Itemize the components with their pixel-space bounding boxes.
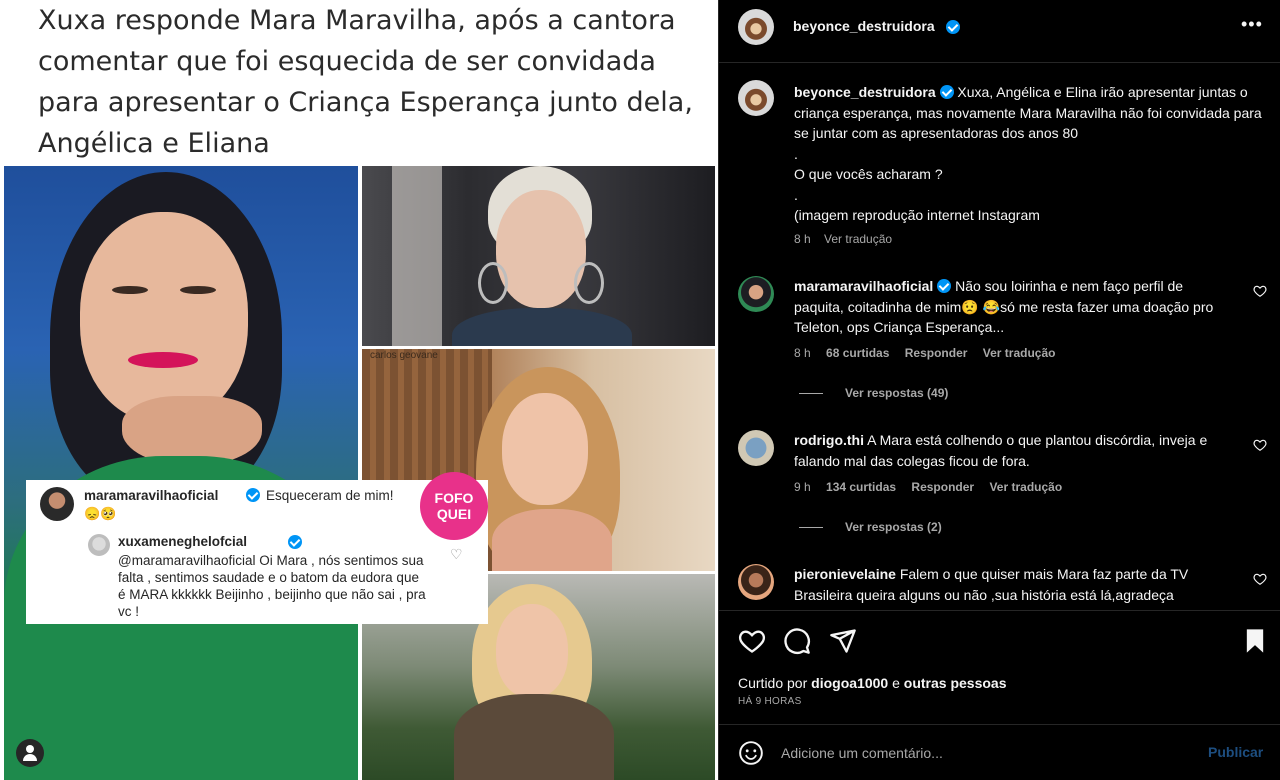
reply-button[interactable]: Responder xyxy=(905,346,968,360)
photo-mara-maravilha xyxy=(4,166,358,780)
comment-time: 8 h xyxy=(794,346,811,360)
caption-line: (imagem reprodução internet Instagram xyxy=(794,207,1040,223)
translate-link[interactable]: Ver tradução xyxy=(983,346,1056,360)
comment-bubble-icon[interactable] xyxy=(783,627,811,655)
emoji-icon[interactable] xyxy=(738,740,764,766)
caption-time: 8 h xyxy=(794,232,811,246)
photo-watermark: carlos geovane xyxy=(370,350,438,361)
card-emoji: 😞🥺 xyxy=(84,506,117,521)
liked-by: Curtido por diogoa1000 e outras pessoas xyxy=(738,675,1006,691)
card-avatar-mara xyxy=(40,487,74,521)
reply-button[interactable]: Responder xyxy=(911,480,974,494)
comment-body: rodrigo.thi A Mara está colhendo o que p… xyxy=(794,430,1234,471)
verified-icon xyxy=(937,279,952,293)
card-reply-text: @maramaravilhaoficial Oi Mara , nós sent… xyxy=(118,553,426,619)
caption-line: O que vocês acharam ? xyxy=(794,166,943,182)
comment-username[interactable]: rodrigo.thi xyxy=(794,432,864,448)
caption-translate-link[interactable]: Ver tradução xyxy=(824,232,892,246)
comment-item: pieronievelaine Falem o que quiser mais … xyxy=(719,564,1280,604)
comment-body: pieronievelaine Falem o que quiser mais … xyxy=(794,564,1234,604)
comment-avatar[interactable] xyxy=(738,276,774,312)
comment-meta: 8 h 68 curtidas Responder Ver tradução xyxy=(794,346,1067,360)
comment-time: 9 h xyxy=(794,480,811,494)
caption-line: . xyxy=(794,186,798,203)
share-send-icon[interactable] xyxy=(829,627,857,655)
divider xyxy=(719,724,1280,725)
divider xyxy=(719,62,1280,63)
comment-avatar[interactable] xyxy=(738,430,774,466)
media-headline: Xuxa responde Mara Maravilha, após a can… xyxy=(38,5,693,159)
heart-icon: ♡ xyxy=(450,546,463,562)
liked-by-user[interactable]: diogoa1000 xyxy=(811,675,888,691)
comment-likes[interactable]: 134 curtidas xyxy=(826,480,896,494)
caption-line: . xyxy=(794,145,798,162)
liked-by-and: e xyxy=(892,675,900,691)
post-media[interactable]: Xuxa responde Mara Maravilha, após a can… xyxy=(0,0,718,780)
fofoquei-logo: FOFO QUEI xyxy=(420,472,488,540)
comment-body: maramaravilhaoficial Não sou loirinha e … xyxy=(794,276,1234,338)
comment-screenshot-card: maramaravilhaoficial Esqueceram de mim! … xyxy=(26,480,488,624)
more-options-icon[interactable]: ••• xyxy=(1241,14,1263,35)
like-heart-icon[interactable] xyxy=(1253,572,1267,586)
verified-icon xyxy=(246,488,260,502)
card-username: maramaravilhaoficial xyxy=(84,488,219,503)
post-side-panel: beyonce_destruidora ••• beyonce_destruid… xyxy=(718,0,1280,780)
caption-meta: 8 h Ver tradução xyxy=(794,232,902,246)
photo-xuxa xyxy=(362,166,715,346)
post-time-ago: HÁ 9 HORAS xyxy=(738,696,802,707)
liked-by-others[interactable]: outras pessoas xyxy=(904,675,1007,691)
verified-icon xyxy=(288,535,302,549)
comment-likes[interactable]: 68 curtidas xyxy=(826,346,889,360)
caption-username[interactable]: beyonce_destruidora xyxy=(794,84,936,100)
caption: beyonce_destruidora Xuxa, Angélica e Eli… xyxy=(794,82,1264,226)
card-reply-username: xuxameneghelofcial xyxy=(118,534,248,549)
view-replies-button[interactable]: Ver respostas (49) xyxy=(799,386,948,400)
liked-by-prefix: Curtido por xyxy=(738,675,808,691)
view-replies-button[interactable]: Ver respostas (2) xyxy=(799,520,942,534)
divider xyxy=(719,610,1280,611)
card-avatar-xuxa xyxy=(88,534,110,556)
caption-avatar[interactable] xyxy=(738,80,774,116)
header-avatar[interactable] xyxy=(738,9,774,45)
bookmark-icon[interactable] xyxy=(1241,627,1269,655)
publish-button[interactable]: Publicar xyxy=(1208,744,1263,760)
comment-meta: 9 h 134 curtidas Responder Ver tradução xyxy=(794,480,1074,494)
like-heart-icon[interactable] xyxy=(1253,438,1267,452)
like-heart-icon[interactable] xyxy=(738,627,766,655)
comment-username[interactable]: pieronievelaine xyxy=(794,566,896,582)
card-comment-text: Esqueceram de mim! xyxy=(266,488,394,503)
comment-username[interactable]: maramaravilhaoficial xyxy=(794,278,933,294)
header-username[interactable]: beyonce_destruidora xyxy=(793,18,935,34)
comment-avatar[interactable] xyxy=(738,564,774,600)
verified-icon xyxy=(946,20,960,34)
like-heart-icon[interactable] xyxy=(1253,284,1267,298)
translate-link[interactable]: Ver tradução xyxy=(989,480,1062,494)
comment-input[interactable] xyxy=(781,742,1181,764)
verified-icon xyxy=(939,85,954,99)
tagged-user-icon[interactable] xyxy=(16,739,44,767)
